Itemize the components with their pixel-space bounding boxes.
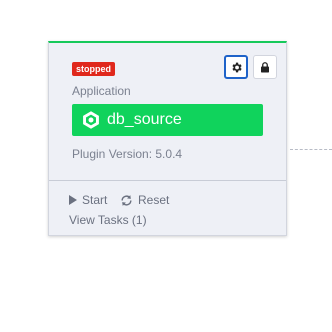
start-button[interactable]: Start — [69, 193, 107, 207]
node-name-bar[interactable]: db_source — [72, 104, 263, 136]
node-card[interactable]: stopped Application db_source Plugin Ver… — [48, 41, 287, 236]
reset-button[interactable]: Reset — [120, 193, 169, 207]
reset-label: Reset — [138, 193, 170, 207]
card-divider — [49, 180, 286, 181]
connector-right-out — [290, 149, 332, 150]
gear-icon — [231, 62, 242, 72]
refresh-icon — [120, 194, 133, 207]
hexagon-icon — [83, 111, 99, 129]
node-name: db_source — [107, 111, 182, 128]
flow-canvas[interactable]: stopped Application db_source Plugin Ver… — [0, 0, 332, 332]
settings-button[interactable] — [224, 55, 248, 79]
start-label: Start — [82, 193, 108, 207]
plugin-version: Plugin Version: 5.0.4 — [72, 147, 183, 161]
play-icon — [69, 195, 77, 205]
lock-button[interactable] — [253, 55, 277, 79]
node-type-label: Application — [72, 84, 131, 98]
status-badge: stopped — [72, 62, 115, 76]
view-tasks-link[interactable]: View Tasks (1) — [69, 213, 147, 227]
lock-icon — [261, 61, 269, 72]
